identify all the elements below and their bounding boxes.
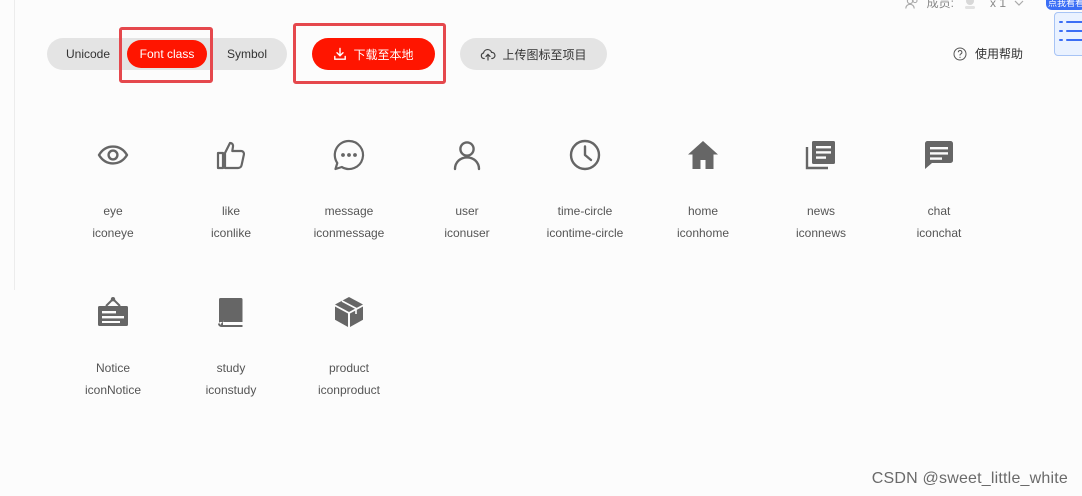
user-icon xyxy=(453,141,481,171)
icon-name: study xyxy=(216,361,246,375)
icon-card-like[interactable]: like iconlike xyxy=(172,125,290,255)
members-count: x 1 xyxy=(989,0,1006,10)
icon-class: iconmessage xyxy=(313,226,385,240)
message-icon xyxy=(333,139,365,171)
icon-class: iconeye xyxy=(92,226,134,240)
tab-unicode[interactable]: Unicode xyxy=(66,38,110,70)
avatar-icon[interactable] xyxy=(962,0,978,10)
question-circle-icon xyxy=(953,47,967,60)
icon-card-notice[interactable]: Notice iconNotice xyxy=(54,282,172,412)
members-bar: 成员: x 1 xyxy=(904,0,1024,11)
help-link[interactable]: 使用帮助 xyxy=(953,45,1023,62)
chevron-down-icon[interactable] xyxy=(1014,0,1024,7)
members-label: 成员: xyxy=(926,0,954,10)
icon-card-news[interactable]: news iconnews xyxy=(762,125,880,255)
icon-card-home[interactable]: home iconhome xyxy=(644,125,762,255)
highlight-box-font-class xyxy=(119,27,213,83)
home-icon xyxy=(688,141,718,169)
icon-name: time-circle xyxy=(557,204,613,218)
upload-to-project-button[interactable]: 上传图标至项目 xyxy=(460,38,607,70)
icon-name: news xyxy=(806,204,835,218)
icon-class: iconstudy xyxy=(205,383,257,397)
cloud-upload-icon xyxy=(481,48,497,61)
iconfont-project-page: 成员: x 1 点我看看 Unicode Font class Symbol 下… xyxy=(0,0,1082,496)
members-icon xyxy=(904,0,918,9)
floating-helper-tag[interactable]: 点我看看 xyxy=(1046,0,1082,10)
time-circle-icon xyxy=(569,139,601,171)
icon-class: iconproduct xyxy=(317,383,381,397)
product-icon xyxy=(335,297,363,327)
icon-name: user xyxy=(455,204,479,218)
study-icon xyxy=(218,298,243,327)
tab-symbol[interactable]: Symbol xyxy=(227,38,267,70)
list-card-icon[interactable] xyxy=(1054,12,1082,56)
like-icon xyxy=(216,141,246,170)
icon-card-chat[interactable]: chat iconchat xyxy=(880,125,998,255)
icon-name: message xyxy=(324,204,374,218)
highlight-box-download xyxy=(293,23,446,84)
icon-class: iconNotice xyxy=(84,383,142,397)
left-divider xyxy=(14,0,15,290)
icon-class: iconhome xyxy=(676,226,730,240)
icon-class: iconlike xyxy=(210,226,252,240)
icon-name: chat xyxy=(927,204,951,218)
icon-class: iconnews xyxy=(795,226,847,240)
icon-card-time-circle[interactable]: time-circle icontime-circle xyxy=(526,125,644,255)
floating-helper-widget[interactable]: 点我看看 xyxy=(1046,0,1082,62)
notice-icon xyxy=(98,297,128,326)
csdn-watermark: CSDN @sweet_little_white xyxy=(871,470,1068,487)
icon-class: icontime-circle xyxy=(546,226,624,240)
chat-icon xyxy=(925,141,953,169)
icon-card-message[interactable]: message iconmessage xyxy=(290,125,408,255)
icon-class: iconuser xyxy=(444,226,490,240)
icon-card-product[interactable]: product iconproduct xyxy=(290,282,408,412)
eye-icon xyxy=(97,145,129,165)
icon-class: iconchat xyxy=(916,226,962,240)
icon-name: Notice xyxy=(95,361,130,375)
icon-name: home xyxy=(687,204,719,218)
icon-name: eye xyxy=(103,204,123,218)
icon-card-user[interactable]: user iconuser xyxy=(408,125,526,255)
upload-button-label: 上传图标至项目 xyxy=(502,47,587,62)
icon-card-eye[interactable]: eye iconeye xyxy=(54,125,172,255)
icon-name: like xyxy=(221,204,240,218)
icon-name: product xyxy=(328,361,370,375)
icon-card-study[interactable]: study iconstudy xyxy=(172,282,290,412)
news-icon xyxy=(805,141,835,170)
help-label: 使用帮助 xyxy=(975,47,1024,61)
